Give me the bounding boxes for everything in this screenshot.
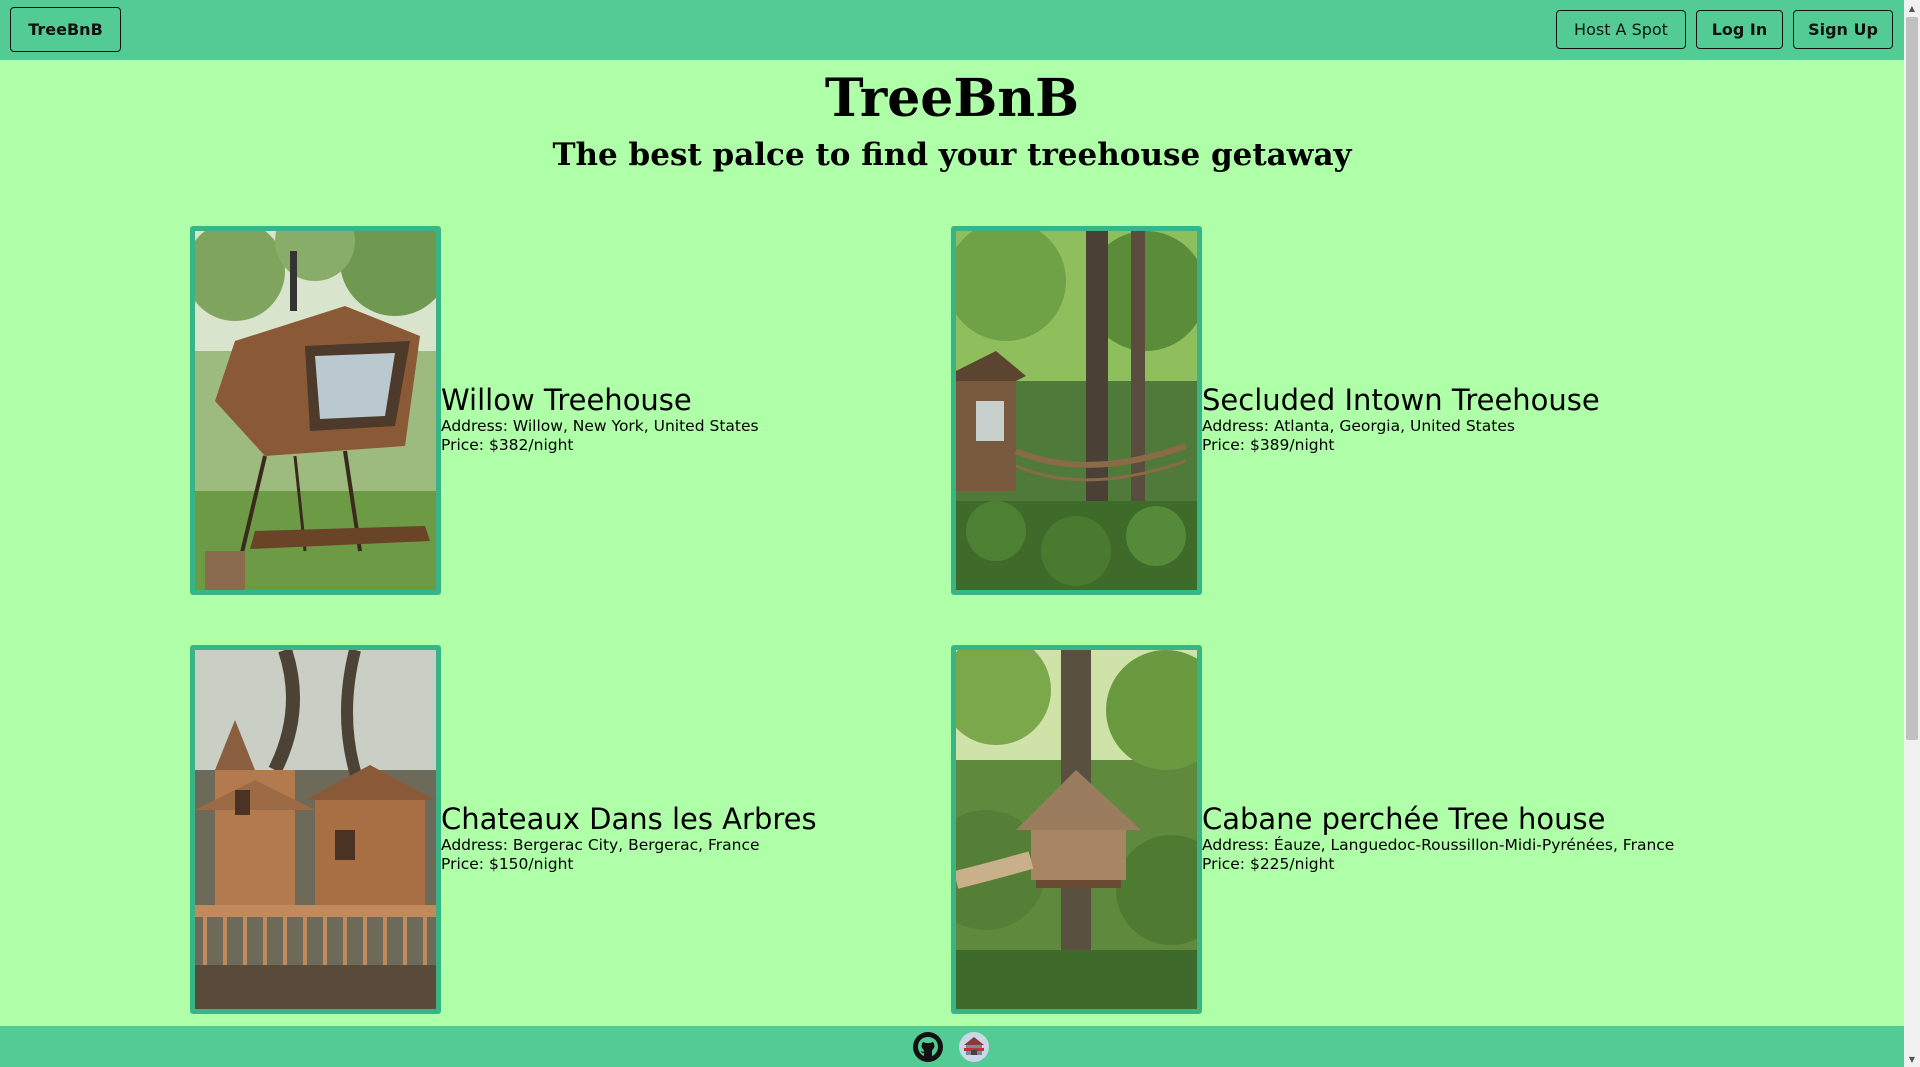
- listing-price: Price: $150/night: [441, 855, 574, 873]
- listing-title[interactable]: Cabane perchée Tree house: [1202, 802, 1674, 836]
- scroll-down-arrow-icon[interactable]: ▼: [1904, 1051, 1920, 1067]
- host-a-spot-button[interactable]: Host A Spot: [1556, 10, 1686, 49]
- listing-info: Chateaux Dans les Arbres Address: Berger…: [441, 802, 817, 874]
- log-in-button[interactable]: Log In: [1696, 10, 1783, 49]
- page-subtitle: The best palce to find your treehouse ge…: [552, 137, 1352, 173]
- page-title: TreeBnB: [824, 68, 1080, 129]
- listing-info: Willow Treehouse Address: Willow, New Yo…: [441, 383, 759, 455]
- treehouse-photo-icon: [195, 231, 436, 590]
- treehouse-photo-icon: [195, 650, 436, 1009]
- listing-address: Address: Éauze, Languedoc-Roussillon-Mid…: [1202, 836, 1675, 854]
- footer: [0, 1026, 1904, 1067]
- listing-address: Address: Atlanta, Georgia, United States: [1202, 417, 1515, 435]
- listing-photo[interactable]: [190, 226, 441, 595]
- listing-info: Cabane perchée Tree house Address: Éauze…: [1202, 802, 1674, 874]
- listing-card: Cabane perchée Tree house Address: Éauze…: [951, 645, 1674, 1015]
- listing-address: Address: Willow, New York, United States: [441, 417, 759, 435]
- vertical-scrollbar[interactable]: ▲ ▼: [1904, 0, 1920, 1067]
- listing-title[interactable]: Secluded Intown Treehouse: [1202, 383, 1600, 417]
- listing-address: Address: Bergerac City, Bergerac, France: [441, 836, 760, 854]
- listing-card: Chateaux Dans les Arbres Address: Berger…: [190, 645, 910, 1015]
- page: TreeBnB Host A Spot Log In Sign Up TreeB…: [0, 0, 1904, 1067]
- listing-info: Secluded Intown Treehouse Address: Atlan…: [1202, 383, 1600, 455]
- home-logo-button[interactable]: TreeBnB: [10, 7, 121, 52]
- portfolio-icon[interactable]: [958, 1031, 990, 1063]
- github-icon[interactable]: [912, 1031, 944, 1063]
- treehouse-photo-icon: [956, 231, 1197, 590]
- scroll-up-arrow-icon[interactable]: ▲: [1904, 0, 1920, 16]
- listing-photo[interactable]: [951, 645, 1202, 1014]
- sign-up-button[interactable]: Sign Up: [1793, 10, 1893, 49]
- listing-photo[interactable]: [951, 226, 1202, 595]
- listing-photo[interactable]: [190, 645, 441, 1014]
- scrollbar-thumb[interactable]: [1906, 17, 1918, 740]
- listing-title[interactable]: Chateaux Dans les Arbres: [441, 802, 817, 836]
- top-navbar: TreeBnB Host A Spot Log In Sign Up: [0, 0, 1904, 60]
- listing-title[interactable]: Willow Treehouse: [441, 383, 759, 417]
- listing-price: Price: $225/night: [1202, 855, 1335, 873]
- listing-card: Secluded Intown Treehouse Address: Atlan…: [951, 226, 1671, 596]
- treehouse-photo-icon: [956, 650, 1197, 1009]
- listing-card: Willow Treehouse Address: Willow, New Yo…: [190, 226, 910, 596]
- listing-price: Price: $389/night: [1202, 436, 1335, 454]
- listing-price: Price: $382/night: [441, 436, 574, 454]
